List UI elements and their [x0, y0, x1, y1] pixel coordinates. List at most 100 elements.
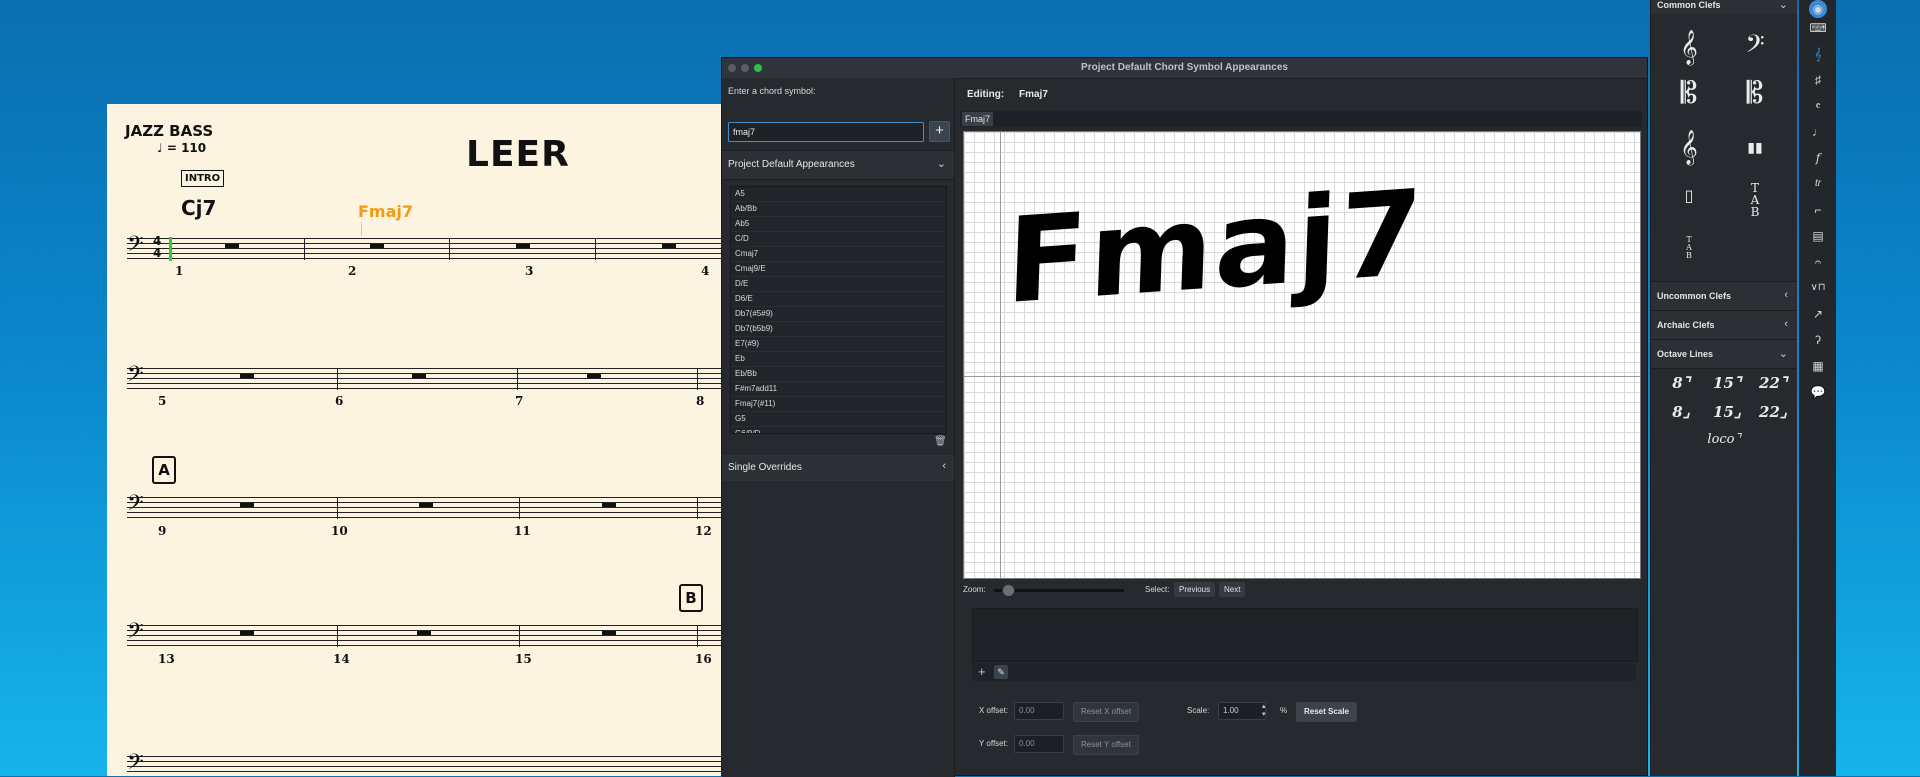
tremolo-icon[interactable]: ▤ — [1808, 226, 1828, 246]
project-defaults-header[interactable]: Project Default Appearances ⌄ — [722, 150, 954, 180]
zoom-slider-handle[interactable] — [1001, 584, 1015, 597]
chord-list-item[interactable]: Eb/Bb — [731, 367, 946, 382]
whole-rest[interactable] — [516, 244, 530, 248]
octave-lines-header[interactable]: Octave Lines ⌄ — [1651, 339, 1797, 369]
palette-icon[interactable]: ◉ — [1809, 0, 1827, 18]
add-chord-button[interactable]: + — [929, 121, 950, 142]
common-clefs-header[interactable]: Common Clefs ⌄ — [1651, 0, 1797, 14]
octave-line-22ma[interactable]: 22⌝ — [1743, 374, 1803, 392]
chord-list-item[interactable]: Ab/Bb — [731, 202, 946, 217]
x-offset-field[interactable]: 0.00 — [1014, 702, 1064, 720]
score-title[interactable]: LEER — [466, 134, 570, 175]
comment-icon[interactable]: 💬 — [1808, 382, 1828, 402]
chord-list-item[interactable]: Db7(b5b9) — [731, 322, 946, 337]
score-page[interactable]: JAZZ BASS ♩ = 110 LEER INTRO Cj7 Fmaj7 𝄢… — [107, 104, 722, 776]
key-signature-icon[interactable]: ♯ — [1808, 70, 1828, 90]
chord-list-item[interactable]: Cmaj9/E — [731, 262, 946, 277]
whole-rest[interactable] — [419, 503, 433, 507]
chord-list[interactable]: A5 Ab/Bb Ab5 C/D Cmaj7 Cmaj9/E D/E D6/E Db7(#5#9… — [730, 186, 947, 434]
chord-list-item[interactable]: A5 — [731, 187, 946, 202]
reset-y-offset-button[interactable]: Reset Y offset — [1073, 735, 1139, 755]
whole-rest[interactable] — [602, 631, 616, 635]
rehearsal-mark-b[interactable]: B — [679, 584, 703, 612]
treble-clef-icon[interactable]: 𝄞 — [1659, 28, 1719, 68]
components-list[interactable] — [972, 608, 1638, 662]
stepper-icon[interactable]: ▴ ▾ — [1262, 703, 1266, 719]
whole-rest[interactable] — [240, 503, 254, 507]
rehearsal-mark-a[interactable]: A — [152, 456, 176, 484]
tab-fmaj7[interactable]: Fmaj7 — [962, 112, 994, 126]
chord-symbol-input[interactable] — [728, 122, 924, 142]
tab-clef-icon[interactable]: TAB — [1725, 176, 1785, 218]
chord-list-item[interactable]: D/E — [731, 277, 946, 292]
percussion-clef-2-icon[interactable]: ▯ — [1659, 176, 1719, 216]
dialog-titlebar[interactable]: Project Default Chord Symbol Appearances — [722, 58, 1647, 79]
tenor-clef-icon[interactable]: 𝄡 — [1725, 74, 1785, 114]
whole-rest[interactable] — [602, 503, 616, 507]
chord-list-item[interactable]: F#m7add11 — [731, 382, 946, 397]
staff-system-2[interactable]: 𝄢 — [127, 364, 722, 390]
whole-rest[interactable] — [412, 374, 426, 378]
section-box[interactable]: INTRO — [181, 170, 225, 187]
cue-icon[interactable]: ▦ — [1808, 356, 1828, 376]
chord-list-item[interactable]: G5 — [731, 412, 946, 427]
staff-system-5[interactable]: 𝄢 — [127, 752, 722, 776]
whole-rest[interactable] — [240, 631, 254, 635]
staff-system-3[interactable]: 𝄢 — [127, 493, 722, 519]
editor-canvas[interactable]: Fmaj7 — [963, 131, 1641, 579]
glissando-icon[interactable]: ↗ — [1808, 304, 1828, 324]
chord-list-scrollbar[interactable] — [946, 189, 947, 399]
whole-rest[interactable] — [370, 244, 384, 248]
chord-symbol-selected[interactable]: Fmaj7 — [358, 202, 413, 221]
chord-list-item[interactable]: D6/E — [731, 292, 946, 307]
tab-clef-small-icon[interactable]: TAB — [1659, 226, 1719, 266]
chord-list-item[interactable]: Eb — [731, 352, 946, 367]
reset-scale-button[interactable]: Reset Scale — [1296, 702, 1357, 722]
reset-x-offset-button[interactable]: Reset X offset — [1073, 702, 1140, 722]
chord-list-item[interactable]: Cmaj7 — [731, 247, 946, 262]
whole-rest[interactable] — [225, 244, 239, 248]
notations-panel[interactable]: Common Clefs ⌄ 𝄞 𝄢 𝄡 𝄡 𝄞 ▮▮ ▯ TAB TAB Un… — [1650, 0, 1797, 776]
y-offset-field[interactable]: 0.00 — [1014, 735, 1064, 753]
previous-button[interactable]: Previous — [1174, 582, 1216, 597]
uncommon-clefs-header[interactable]: Uncommon Clefs ‹ — [1651, 281, 1797, 311]
whole-rest[interactable] — [240, 374, 254, 378]
chord-list-item[interactable]: Ab5 — [731, 217, 946, 232]
plus-icon[interactable]: + — [978, 664, 986, 679]
alto-clef-icon[interactable]: 𝄡 — [1659, 74, 1719, 114]
fermata-icon[interactable]: 𝄐 — [1808, 252, 1828, 272]
trash-icon[interactable]: 🗑 — [934, 436, 947, 447]
time-signature-icon[interactable]: 𝄴 — [1808, 96, 1828, 116]
chord-preview[interactable]: Fmaj7 — [1004, 163, 1427, 330]
octave-line-22mb[interactable]: 22⌟ — [1743, 403, 1803, 421]
whole-rest[interactable] — [417, 631, 431, 635]
percussion-clef-icon[interactable]: ▮▮ — [1725, 128, 1785, 168]
playing-techniques-icon[interactable]: ʔ — [1808, 330, 1828, 350]
bass-clef-8va-icon[interactable]: 𝄢 — [1725, 28, 1785, 68]
whole-rest[interactable] — [662, 244, 676, 248]
chord-list-item[interactable]: Db7(#5#9) — [731, 307, 946, 322]
staff-system-4[interactable]: 𝄢 — [127, 621, 722, 647]
dynamics-icon[interactable]: f — [1808, 148, 1828, 168]
next-button[interactable]: Next — [1219, 582, 1246, 597]
loco-item[interactable]: loco⌝ — [1694, 432, 1754, 447]
staff-system-1[interactable]: 𝄢 4 4 — [127, 234, 722, 261]
chord-symbol-1[interactable]: Cj7 — [181, 196, 216, 220]
chord-list-item[interactable]: C/D — [731, 232, 946, 247]
repeat-icon[interactable]: ⌐ — [1808, 200, 1828, 220]
chord-appearances-dialog[interactable]: Project Default Chord Symbol Appearances… — [721, 57, 1648, 777]
keyboard-icon[interactable]: ⌨ — [1808, 18, 1828, 38]
scale-field[interactable]: 1.00 — [1218, 702, 1266, 720]
single-overrides-header[interactable]: Single Overrides ‹ — [722, 453, 954, 483]
chord-list-item[interactable]: G6/9/D — [731, 427, 946, 433]
chord-list-item[interactable]: Fmaj7(#11) — [731, 397, 946, 412]
archaic-clefs-header[interactable]: Archaic Clefs ‹ — [1651, 310, 1797, 340]
whole-rest[interactable] — [587, 374, 601, 378]
bowing-icon[interactable]: ∨⊓ — [1808, 278, 1828, 298]
clef-icon[interactable]: 𝄞 — [1808, 44, 1828, 64]
ornaments-icon[interactable]: tr — [1808, 174, 1828, 194]
treble-clef-8vb-icon[interactable]: 𝄞 — [1659, 128, 1719, 168]
pencil-icon[interactable]: ✎ — [994, 665, 1008, 679]
chord-list-item[interactable]: E7(#9) — [731, 337, 946, 352]
tempo-icon[interactable]: ♩ — [1808, 122, 1828, 142]
